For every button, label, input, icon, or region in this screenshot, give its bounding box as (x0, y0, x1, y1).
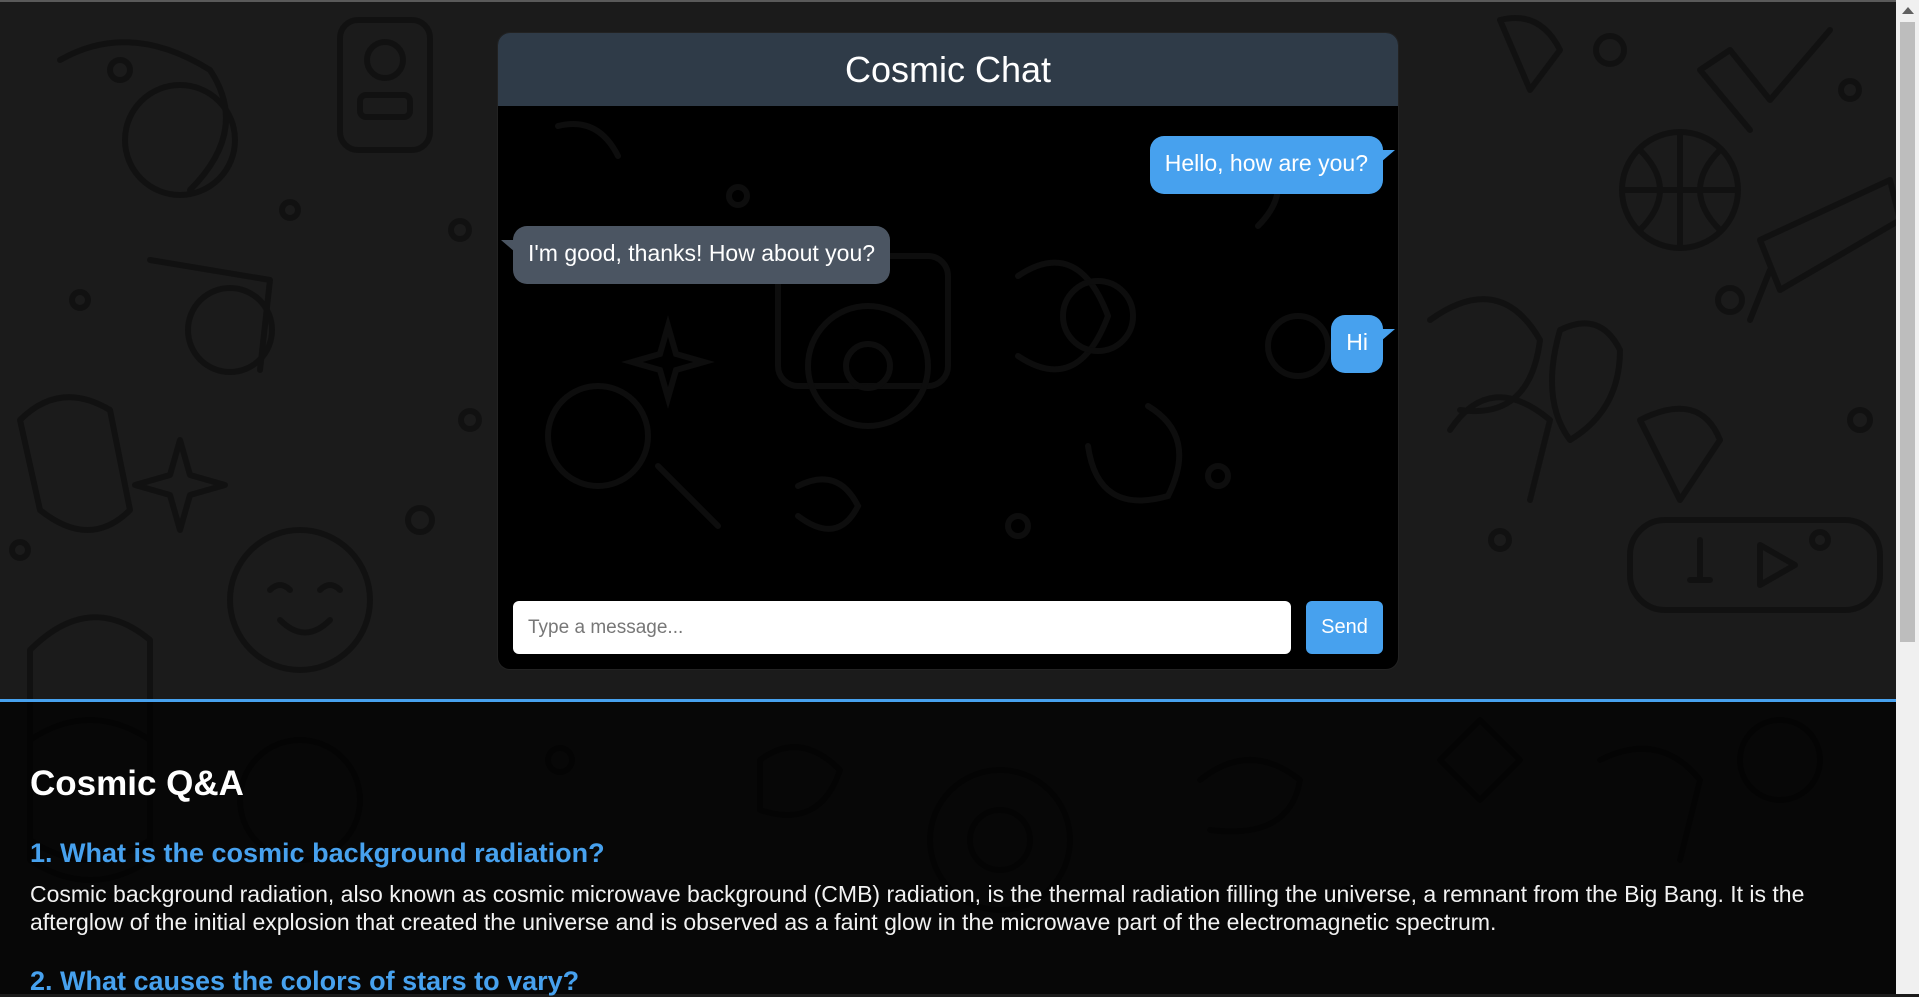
qa-answer: Cosmic background radiation, also known … (30, 881, 1805, 935)
message-text: I'm good, thanks! How about you? (528, 240, 876, 266)
qa-title: Cosmic Q&A (30, 764, 244, 803)
qa-section: Cosmic Q&A 1. What is the cosmic backgro… (0, 699, 1896, 996)
scroll-up-arrow-icon[interactable] (1896, 0, 1919, 20)
message-input[interactable] (513, 601, 1291, 654)
qa-question: 1. What is the cosmic background radiati… (30, 838, 605, 868)
qa-question: 2. What causes the colors of stars to va… (30, 966, 580, 996)
message-list[interactable]: Hello, how are you? I'm good, thanks! Ho… (498, 106, 1398, 596)
scrollbar-thumb[interactable] (1900, 22, 1915, 642)
send-button[interactable]: Send (1306, 601, 1383, 654)
received-message: I'm good, thanks! How about you? (500, 226, 891, 284)
chat-header: Cosmic Chat (498, 33, 1398, 106)
sent-message: Hi (1331, 315, 1395, 373)
message-text: Hi (1346, 329, 1368, 355)
message-text: Hello, how are you? (1164, 150, 1368, 176)
message-composer: Send (513, 601, 1383, 654)
chat-title: Cosmic Chat (844, 48, 1052, 90)
page-scrollbar[interactable] (1896, 0, 1919, 994)
chat-window: Cosmic Chat Hello, how are you? I'm good… (498, 33, 1398, 669)
sent-message: Hello, how are you? (1149, 136, 1396, 194)
top-edge-line (0, 0, 1896, 2)
